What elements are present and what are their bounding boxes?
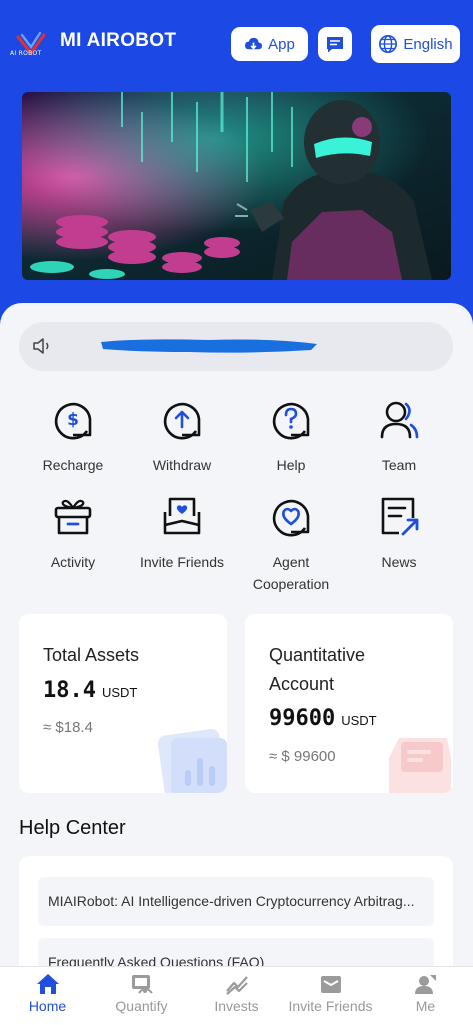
- logo-text: AI ROBOT: [10, 50, 42, 57]
- tab-invests-label: Invests: [214, 998, 259, 1014]
- tab-me-label: Me: [415, 998, 436, 1014]
- cloud-download-icon: [245, 37, 263, 49]
- app-download-button[interactable]: App: [231, 27, 308, 61]
- document-card-icon: [389, 738, 451, 793]
- bottom-tab-bar: Home Quantify Invests Invite Friends Me: [0, 966, 473, 1025]
- help-center-title: Help Center: [19, 817, 126, 839]
- quantitative-account-value: 99600 USDT: [269, 706, 377, 731]
- messages-button[interactable]: [318, 27, 352, 61]
- tab-quantify-label: Quantify: [115, 998, 168, 1014]
- arrow-up-circle-icon: [163, 402, 201, 440]
- quantitative-account-approx: ≈ $ 99600: [269, 748, 336, 765]
- trend-icon: [225, 976, 248, 995]
- question-circle-icon: [272, 402, 310, 440]
- news-icon: [381, 497, 419, 536]
- app-button-label: App: [268, 35, 295, 53]
- envelope-heart-icon: [163, 497, 201, 535]
- announcement-bar[interactable]: [19, 322, 453, 371]
- gift-icon: [54, 499, 92, 535]
- team-icon: [380, 401, 419, 439]
- withdraw-label: Withdraw: [152, 457, 212, 473]
- tab-home[interactable]: Home: [0, 967, 95, 1025]
- agent-cooperation-button[interactable]: Agent Cooperation: [236, 492, 346, 595]
- recharge-label: Recharge: [42, 457, 104, 473]
- quantify-icon: [131, 975, 153, 994]
- activity-label: Activity: [50, 554, 96, 570]
- help-button[interactable]: Help: [236, 395, 346, 476]
- recharge-button[interactable]: $ Recharge: [18, 395, 128, 476]
- message-icon: [327, 36, 343, 52]
- quantitative-account-title: Quantitative Account: [269, 645, 366, 694]
- language-selector[interactable]: English: [371, 25, 460, 63]
- promo-banner[interactable]: [22, 92, 451, 280]
- help-label: Help: [276, 457, 306, 473]
- tab-quantify[interactable]: Quantify: [94, 967, 189, 1025]
- total-assets-title: Total Assets: [43, 645, 140, 665]
- chart-card-icon: [157, 729, 227, 793]
- tab-invite-friends[interactable]: Invite Friends: [283, 967, 378, 1025]
- user-icon: [414, 975, 436, 994]
- help-article-item[interactable]: MIAIRobot: AI Intelligence-driven Crypto…: [38, 877, 434, 926]
- tab-me[interactable]: Me: [378, 967, 473, 1025]
- quantitative-account-card[interactable]: Quantitative Account 99600 USDT ≈ $ 99600: [245, 614, 453, 793]
- tab-invite-friends-label: Invite Friends: [288, 998, 373, 1014]
- home-icon: [36, 974, 59, 994]
- news-label: News: [381, 554, 417, 570]
- header: AI ROBOT MI AIROBOT App English: [0, 0, 473, 88]
- news-button[interactable]: News: [344, 492, 454, 573]
- team-button[interactable]: Team: [344, 395, 454, 476]
- redaction-mark: [101, 339, 317, 353]
- svg-text:$: $: [67, 410, 79, 430]
- total-assets-card[interactable]: Total Assets 18.4 USDT ≈ $18.4: [19, 614, 227, 793]
- tab-invests[interactable]: Invests: [189, 967, 284, 1025]
- withdraw-button[interactable]: Withdraw: [127, 395, 237, 476]
- speaker-icon: [33, 338, 49, 354]
- tab-home-label: Home: [28, 998, 67, 1014]
- total-assets-value: 18.4 USDT: [43, 678, 138, 703]
- agent-cooperation-label: Agent Cooperation: [252, 554, 330, 592]
- activity-button[interactable]: Activity: [18, 492, 128, 573]
- app-title: MI AIROBOT: [60, 30, 177, 51]
- heart-circle-icon: [272, 499, 310, 537]
- globe-icon: [379, 35, 398, 53]
- team-label: Team: [381, 457, 417, 473]
- robot-banner-image: [22, 92, 451, 280]
- language-label: English: [403, 35, 453, 53]
- invite-friends-label: Invite Friends: [139, 554, 225, 570]
- total-assets-approx: ≈ $18.4: [43, 719, 93, 736]
- dollar-circle-icon: $: [54, 402, 92, 440]
- invite-friends-button[interactable]: Invite Friends: [127, 492, 237, 573]
- mail-icon: [320, 976, 341, 993]
